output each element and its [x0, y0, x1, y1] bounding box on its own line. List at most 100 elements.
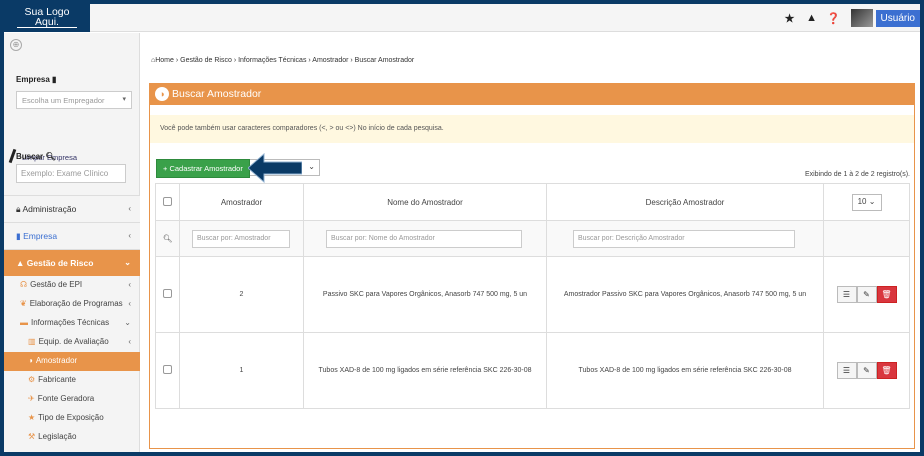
- search-cell: Buscar por: Amostrador: [179, 220, 304, 257]
- headset-icon: ☊: [20, 280, 28, 289]
- search-nome-input[interactable]: Buscar por: Nome do Amostrador: [326, 229, 522, 248]
- view-details-icon[interactable]: ☰: [836, 286, 857, 303]
- logo[interactable]: Sua Logo Aqui.: [4, 4, 90, 32]
- records-count: Exibindo de 1 à 2 de 2 registro(s).: [804, 171, 910, 178]
- satellite-icon: ✈: [28, 394, 35, 403]
- app-frame: Sua Logo Aqui. ★ ▲ ❓ Usuário ⊕ Empresa ▮…: [4, 4, 920, 452]
- search-cell: [823, 220, 910, 257]
- building-icon: ▮: [52, 75, 57, 84]
- sidebar-item-gestao-de-risco[interactable]: ▲ Gestão de Risco ⌄: [4, 249, 140, 276]
- column-header[interactable]: Amostrador: [179, 183, 304, 221]
- chevron-down-icon: ⌄: [124, 258, 131, 267]
- warning-icon: ▲: [16, 258, 25, 268]
- search-icon-cell: 🔍︎: [155, 220, 180, 257]
- chevron-left-icon: ‹: [128, 280, 131, 289]
- top-icons: ★ ▲ ❓ Usuário: [779, 8, 920, 28]
- logo-line2: Aqui.: [17, 17, 77, 28]
- add-amostrador-button[interactable]: + Cadastrar Amostrador: [156, 159, 250, 178]
- search-icon: 🔍︎: [162, 234, 173, 243]
- chevron-down-icon: ⌄: [868, 196, 876, 206]
- star-icon: ★: [28, 413, 36, 422]
- buscar-label: Buscar 🔍︎: [16, 152, 56, 161]
- row-checkbox[interactable]: [163, 365, 172, 374]
- table-cell: 1: [179, 332, 304, 409]
- cogs-icon: ⚙: [28, 375, 36, 384]
- column-header[interactable]: Descrição Amostrador: [546, 183, 824, 221]
- sidebar-item-fonte-geradora[interactable]: ✈ Fonte Geradora: [4, 390, 140, 409]
- select-all-cell: [155, 183, 180, 221]
- content-panel: Você pode também usar caracteres compara…: [149, 105, 915, 449]
- chevron-down-icon: ⌄: [124, 318, 131, 327]
- row-checkbox-cell: [155, 332, 180, 409]
- help-icon[interactable]: ❓: [823, 12, 845, 25]
- table-search-row: 🔍︎ Buscar por: Amostrador Buscar por: No…: [155, 220, 910, 257]
- sidebar-item-fabricante[interactable]: ⚙ Fabricante: [4, 371, 140, 390]
- chevron-left-icon: ‹: [128, 231, 131, 240]
- half-circle-icon: ◑: [155, 87, 169, 101]
- empresa-select[interactable]: Escolha um Empregador ▾: [16, 91, 132, 109]
- top-bar: Sua Logo Aqui. ★ ▲ ❓ Usuário: [4, 4, 920, 32]
- delete-icon[interactable]: 🗑︎: [876, 362, 897, 379]
- sidebar-item-legislacao[interactable]: ⚒ Legislação: [4, 428, 140, 447]
- search-cell: Buscar por: Nome do Amostrador: [303, 220, 547, 257]
- main-content: ⌂Home › Gestão de Risco › Informações Té…: [145, 33, 920, 452]
- sidebar-item-administracao[interactable]: 🔒︎ Administração ‹: [4, 195, 140, 222]
- sidebar-item-gestao-de-epi[interactable]: ☊ Gestão de EPI ‹: [4, 276, 140, 295]
- folder-icon: ▬: [20, 318, 28, 327]
- row-actions: ☰ ✎ 🗑︎: [823, 256, 910, 333]
- pointer-arrow-icon: [248, 153, 302, 183]
- gavel-icon: ⚒: [28, 432, 36, 441]
- table-cell: Tubos XAD-8 de 100 mg ligados em série r…: [546, 332, 824, 409]
- search-tip: Você pode também usar caracteres compara…: [150, 115, 914, 143]
- chevron-down-icon: ▾: [122, 96, 126, 103]
- row-checkbox-cell: [155, 256, 180, 333]
- empresa-label: Empresa ▮: [16, 75, 57, 84]
- star-icon[interactable]: ★: [779, 12, 801, 25]
- chevron-left-icon: ‹: [128, 204, 131, 213]
- avatar[interactable]: [850, 9, 873, 27]
- chart-icon: ▥: [28, 337, 36, 346]
- table-cell: Tubos XAD-8 de 100 mg ligados em série r…: [303, 332, 547, 409]
- column-header[interactable]: Nome do Amostrador: [303, 183, 547, 221]
- table-cell: Amostrador Passivo SKC para Vapores Orgâ…: [546, 256, 824, 333]
- sidebar-search-input[interactable]: Exemplo: Exame Clínico: [16, 164, 126, 183]
- sidebar-menu: 🔒︎ Administração ‹ ▮ Empresa ‹ ▲ Gestão …: [4, 195, 140, 447]
- search-amostrador-input[interactable]: Buscar por: Amostrador: [192, 229, 290, 248]
- sidebar-item-equip-de-avaliacao[interactable]: ▥ Equip. de Avaliação ‹: [4, 333, 140, 352]
- sidebar-item-empresa[interactable]: ▮ Empresa ‹: [4, 222, 140, 249]
- chevron-left-icon: ‹: [128, 299, 131, 308]
- delete-icon[interactable]: 🗑︎: [876, 286, 897, 303]
- sidebar-toggle-icon[interactable]: ⊕: [10, 39, 22, 51]
- sidebar-item-informacoes-tecnicas[interactable]: ▬ Informações Técnicas ⌄: [4, 314, 140, 333]
- leaf-icon: ❦: [20, 299, 27, 308]
- search-cell: Buscar por: Descrição Amostrador: [546, 220, 824, 257]
- page-size-select[interactable]: 10 ⌄: [851, 193, 882, 211]
- sidebar-item-elaboracao-de-programas[interactable]: ❦ Elaboração de Programas ‹: [4, 295, 140, 314]
- page-header: ◑ Buscar Amostrador: [149, 83, 915, 105]
- lock-icon: 🔒︎: [16, 204, 21, 214]
- search-icon: 🔍︎: [45, 152, 56, 161]
- row-checkbox[interactable]: [163, 289, 172, 298]
- results-table: Amostrador Nome do Amostrador Descrição …: [155, 183, 910, 409]
- page-size-cell: 10 ⌄: [823, 183, 910, 221]
- chevron-left-icon: ‹: [128, 337, 131, 346]
- table-header-row: Amostrador Nome do Amostrador Descrição …: [155, 183, 910, 221]
- view-details-icon[interactable]: ☰: [836, 362, 857, 379]
- half-circle-icon: ◑: [28, 356, 33, 365]
- table-row[interactable]: 2 Passivo SKC para Vapores Orgânicos, An…: [155, 256, 910, 333]
- search-descricao-input[interactable]: Buscar por: Descrição Amostrador: [573, 229, 795, 248]
- edit-icon[interactable]: ✎: [856, 286, 877, 303]
- warning-icon[interactable]: ▲: [801, 12, 823, 24]
- user-menu-button[interactable]: Usuário: [875, 9, 920, 27]
- sidebar-item-tipo-de-exposicao[interactable]: ★ Tipo de Exposição: [4, 409, 140, 428]
- table-cell: 2: [179, 256, 304, 333]
- sidebar-item-amostrador[interactable]: ◑ Amostrador: [4, 352, 140, 371]
- table-row[interactable]: 1 Tubos XAD-8 de 100 mg ligados em série…: [155, 332, 910, 409]
- building-icon: ▮: [16, 231, 21, 241]
- sidebar: ⊕ Empresa ▮ Escolha um Empregador ▾ Limp…: [4, 33, 140, 452]
- page-title: Buscar Amostrador: [172, 88, 262, 100]
- row-actions: ☰ ✎ 🗑︎: [823, 332, 910, 409]
- select-all-checkbox[interactable]: [163, 196, 172, 206]
- edit-icon[interactable]: ✎: [856, 362, 877, 379]
- table-cell: Passivo SKC para Vapores Orgânicos, Anas…: [303, 256, 547, 333]
